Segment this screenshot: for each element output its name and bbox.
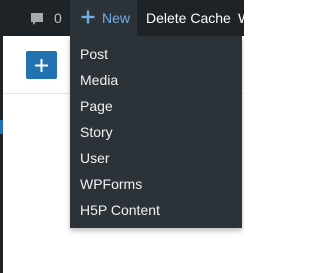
sidebar-edge — [0, 36, 3, 273]
menu-item-h5p-content[interactable]: H5P Content — [80, 197, 160, 223]
plus-icon — [81, 10, 95, 24]
menu-item-story[interactable]: Story — [80, 119, 113, 145]
comments-menu[interactable]: 0 — [0, 0, 70, 36]
admin-bar: 0 New Delete Cache W — [0, 0, 244, 36]
page: 0 New Delete Cache W Post Media Page Sto… — [0, 0, 244, 273]
comment-icon — [31, 13, 43, 25]
new-content-dropdown: Post Media Page Story User WPForms H5P C… — [70, 36, 242, 228]
new-content-label: New — [102, 10, 131, 26]
block-inserter-button[interactable] — [26, 51, 57, 79]
delete-cache-button[interactable]: Delete Cache — [137, 0, 237, 36]
menu-item-wpforms[interactable]: WPForms — [80, 171, 142, 197]
sidebar-active-indicator — [0, 120, 3, 134]
admin-bar-overflow-item[interactable]: W — [238, 0, 244, 36]
menu-item-page[interactable]: Page — [80, 93, 113, 119]
menu-item-post[interactable]: Post — [80, 41, 108, 67]
new-content-menu[interactable]: New — [70, 0, 137, 36]
menu-item-user[interactable]: User — [80, 145, 110, 171]
plus-icon — [35, 59, 48, 72]
menu-item-media[interactable]: Media — [80, 67, 118, 93]
comments-count: 0 — [54, 10, 62, 26]
